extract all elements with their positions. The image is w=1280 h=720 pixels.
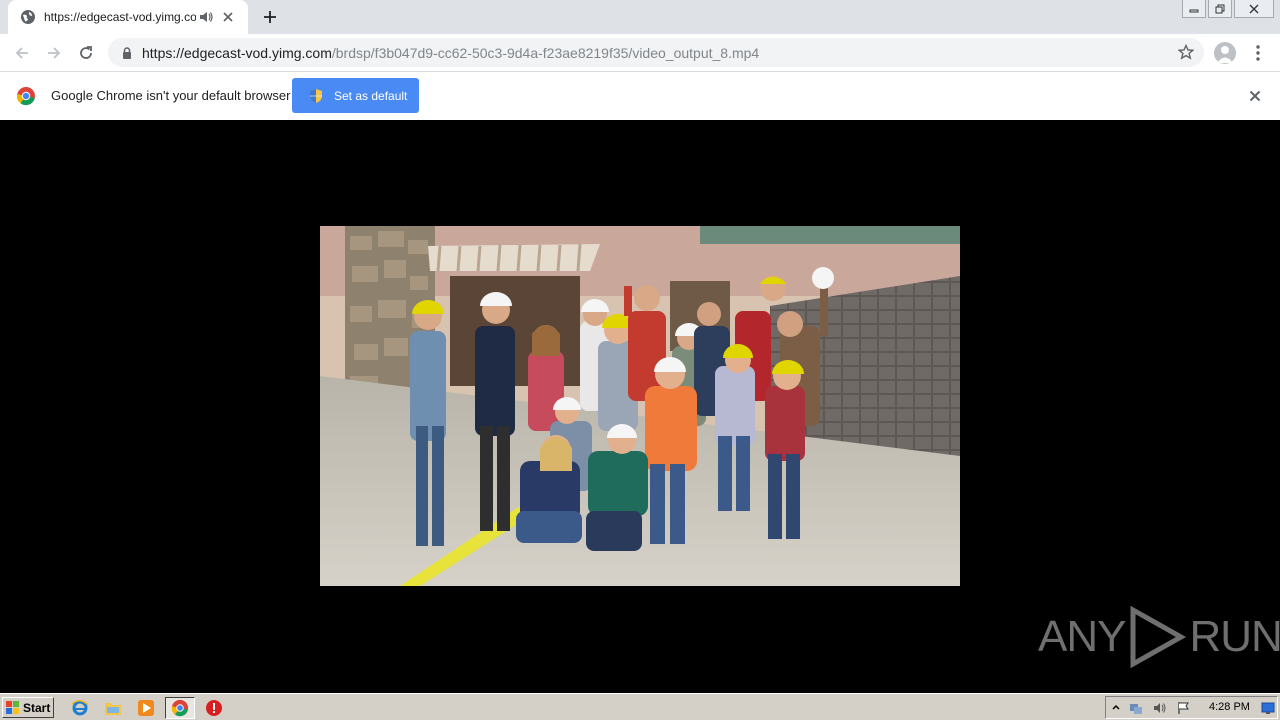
action-center-flag-icon[interactable] <box>1177 701 1191 715</box>
uac-shield-icon <box>308 88 324 104</box>
url-path: /brdsp/f3b047d9-cc62-50c3-9d4a-f23ae8219… <box>331 44 760 61</box>
back-arrow-icon <box>15 47 28 59</box>
reload-icon <box>80 46 92 59</box>
chrome-logo-icon <box>16 87 35 106</box>
set-as-default-button[interactable]: Set as default <box>292 78 419 113</box>
close-window-button[interactable] <box>1234 0 1274 18</box>
restore-button[interactable] <box>1208 0 1232 18</box>
internet-explorer-icon[interactable] <box>69 697 91 719</box>
tab-strip: https://edgecast-vod.yimg.com <box>0 0 1280 34</box>
network-icon[interactable] <box>1129 701 1143 715</box>
watermark-left-text: ANY <box>1038 612 1126 661</box>
video-player[interactable] <box>320 226 960 586</box>
globe-icon <box>20 9 36 25</box>
kebab-menu-icon <box>1256 45 1260 61</box>
file-explorer-icon[interactable] <box>102 697 124 719</box>
default-browser-infobar: Google Chrome isn't your default browser… <box>0 72 1280 120</box>
minimize-button[interactable] <box>1182 0 1206 18</box>
minimize-icon <box>1189 9 1199 12</box>
show-hidden-icons-icon[interactable] <box>1109 701 1123 715</box>
restore-icon <box>1215 4 1225 13</box>
system-tray: 4:28 PM <box>1105 696 1278 719</box>
new-tab-button[interactable] <box>258 6 282 28</box>
video-frame <box>320 226 960 586</box>
profile-avatar-icon[interactable] <box>1214 42 1236 64</box>
play-logo-icon <box>1130 606 1187 668</box>
close-icon <box>1249 90 1261 102</box>
address-bar[interactable]: https://edgecast-vod.yimg.com/brdsp/f3b0… <box>108 38 1204 67</box>
close-icon <box>1249 4 1259 13</box>
bookmark-star-icon[interactable] <box>1178 44 1194 60</box>
browser-tab-active[interactable]: https://edgecast-vod.yimg.com <box>8 0 248 34</box>
windows-taskbar: Start 4:28 PM <box>0 693 1280 720</box>
taskbar-clock[interactable]: 4:28 PM <box>1209 701 1250 713</box>
anyrun-watermark: ANY RUN <box>1038 606 1280 668</box>
set-as-default-label: Set as default <box>334 88 408 103</box>
start-button[interactable]: Start <box>2 697 54 718</box>
reload-button[interactable] <box>74 41 98 65</box>
speaker-icon[interactable] <box>198 9 214 25</box>
browser-toolbar: https://edgecast-vod.yimg.com/brdsp/f3b0… <box>0 34 1280 72</box>
menu-button[interactable] <box>1248 41 1268 65</box>
watermark-right-text: RUN <box>1189 612 1280 661</box>
infobar-message: Google Chrome isn't your default browser <box>51 88 291 103</box>
back-button[interactable] <box>10 41 34 65</box>
url-text[interactable]: https://edgecast-vod.yimg.com/brdsp/f3b0… <box>142 45 759 61</box>
infobar-close-button[interactable] <box>1247 88 1263 104</box>
forward-button[interactable] <box>42 41 66 65</box>
volume-icon[interactable] <box>1153 701 1167 715</box>
close-tab-icon[interactable] <box>220 9 236 25</box>
chrome-taskbar-icon[interactable] <box>165 697 195 719</box>
security-alert-icon[interactable] <box>203 697 225 719</box>
lock-icon[interactable] <box>120 46 134 60</box>
plus-icon <box>264 11 276 23</box>
window-controls <box>1182 0 1274 18</box>
show-desktop-icon[interactable] <box>1261 701 1275 715</box>
media-player-icon[interactable] <box>135 697 157 719</box>
start-label: Start <box>23 700 51 715</box>
tab-title: https://edgecast-vod.yimg.com <box>44 10 196 24</box>
url-host: https://edgecast-vod.yimg.com <box>142 44 332 61</box>
forward-arrow-icon <box>48 47 61 59</box>
windows-flag-icon <box>6 700 20 715</box>
